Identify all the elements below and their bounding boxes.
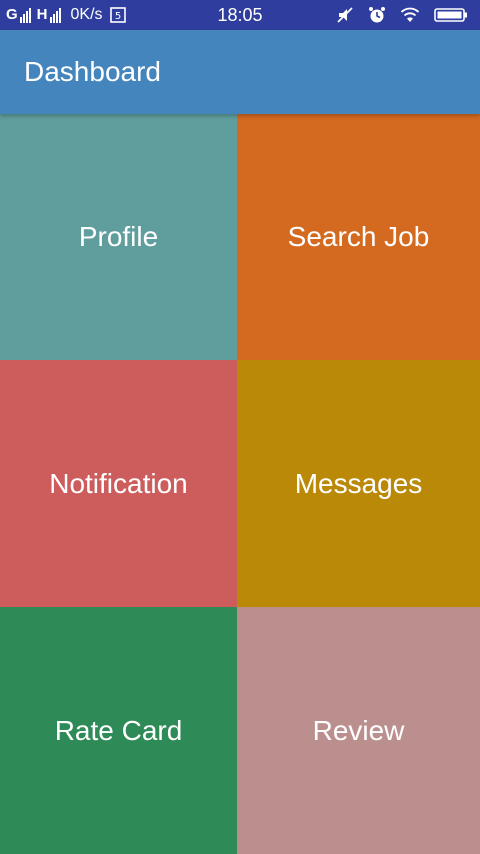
- mute-icon: [336, 6, 354, 24]
- search-job-tile[interactable]: Search Job: [237, 114, 480, 360]
- profile-tile-label: Profile: [78, 221, 159, 252]
- alarm-icon: [368, 6, 386, 24]
- notification-tile-label: Notification: [49, 467, 188, 499]
- search-job-tile-label: Search Job: [287, 221, 430, 252]
- page-title: Dashboard: [24, 56, 161, 87]
- rate-card-tile-label: Rate Card: [54, 714, 183, 746]
- app-bar: Dashboard: [0, 30, 480, 114]
- profile-tile[interactable]: Profile: [0, 114, 237, 360]
- review-tile-label: Review: [312, 714, 405, 746]
- notification-tile[interactable]: Notification: [0, 360, 237, 607]
- status-bar: G H 0K/s 5 18:05: [0, 0, 480, 30]
- dashboard-grid: Profile Search Job Notification Messages…: [0, 114, 480, 854]
- battery-icon: [434, 7, 468, 23]
- review-tile[interactable]: Review: [237, 607, 480, 854]
- status-right: [336, 0, 468, 30]
- rate-card-tile[interactable]: Rate Card: [0, 607, 237, 854]
- wifi-icon: [400, 7, 420, 23]
- messages-tile-label: Messages: [294, 467, 423, 499]
- messages-tile[interactable]: Messages: [237, 360, 480, 607]
